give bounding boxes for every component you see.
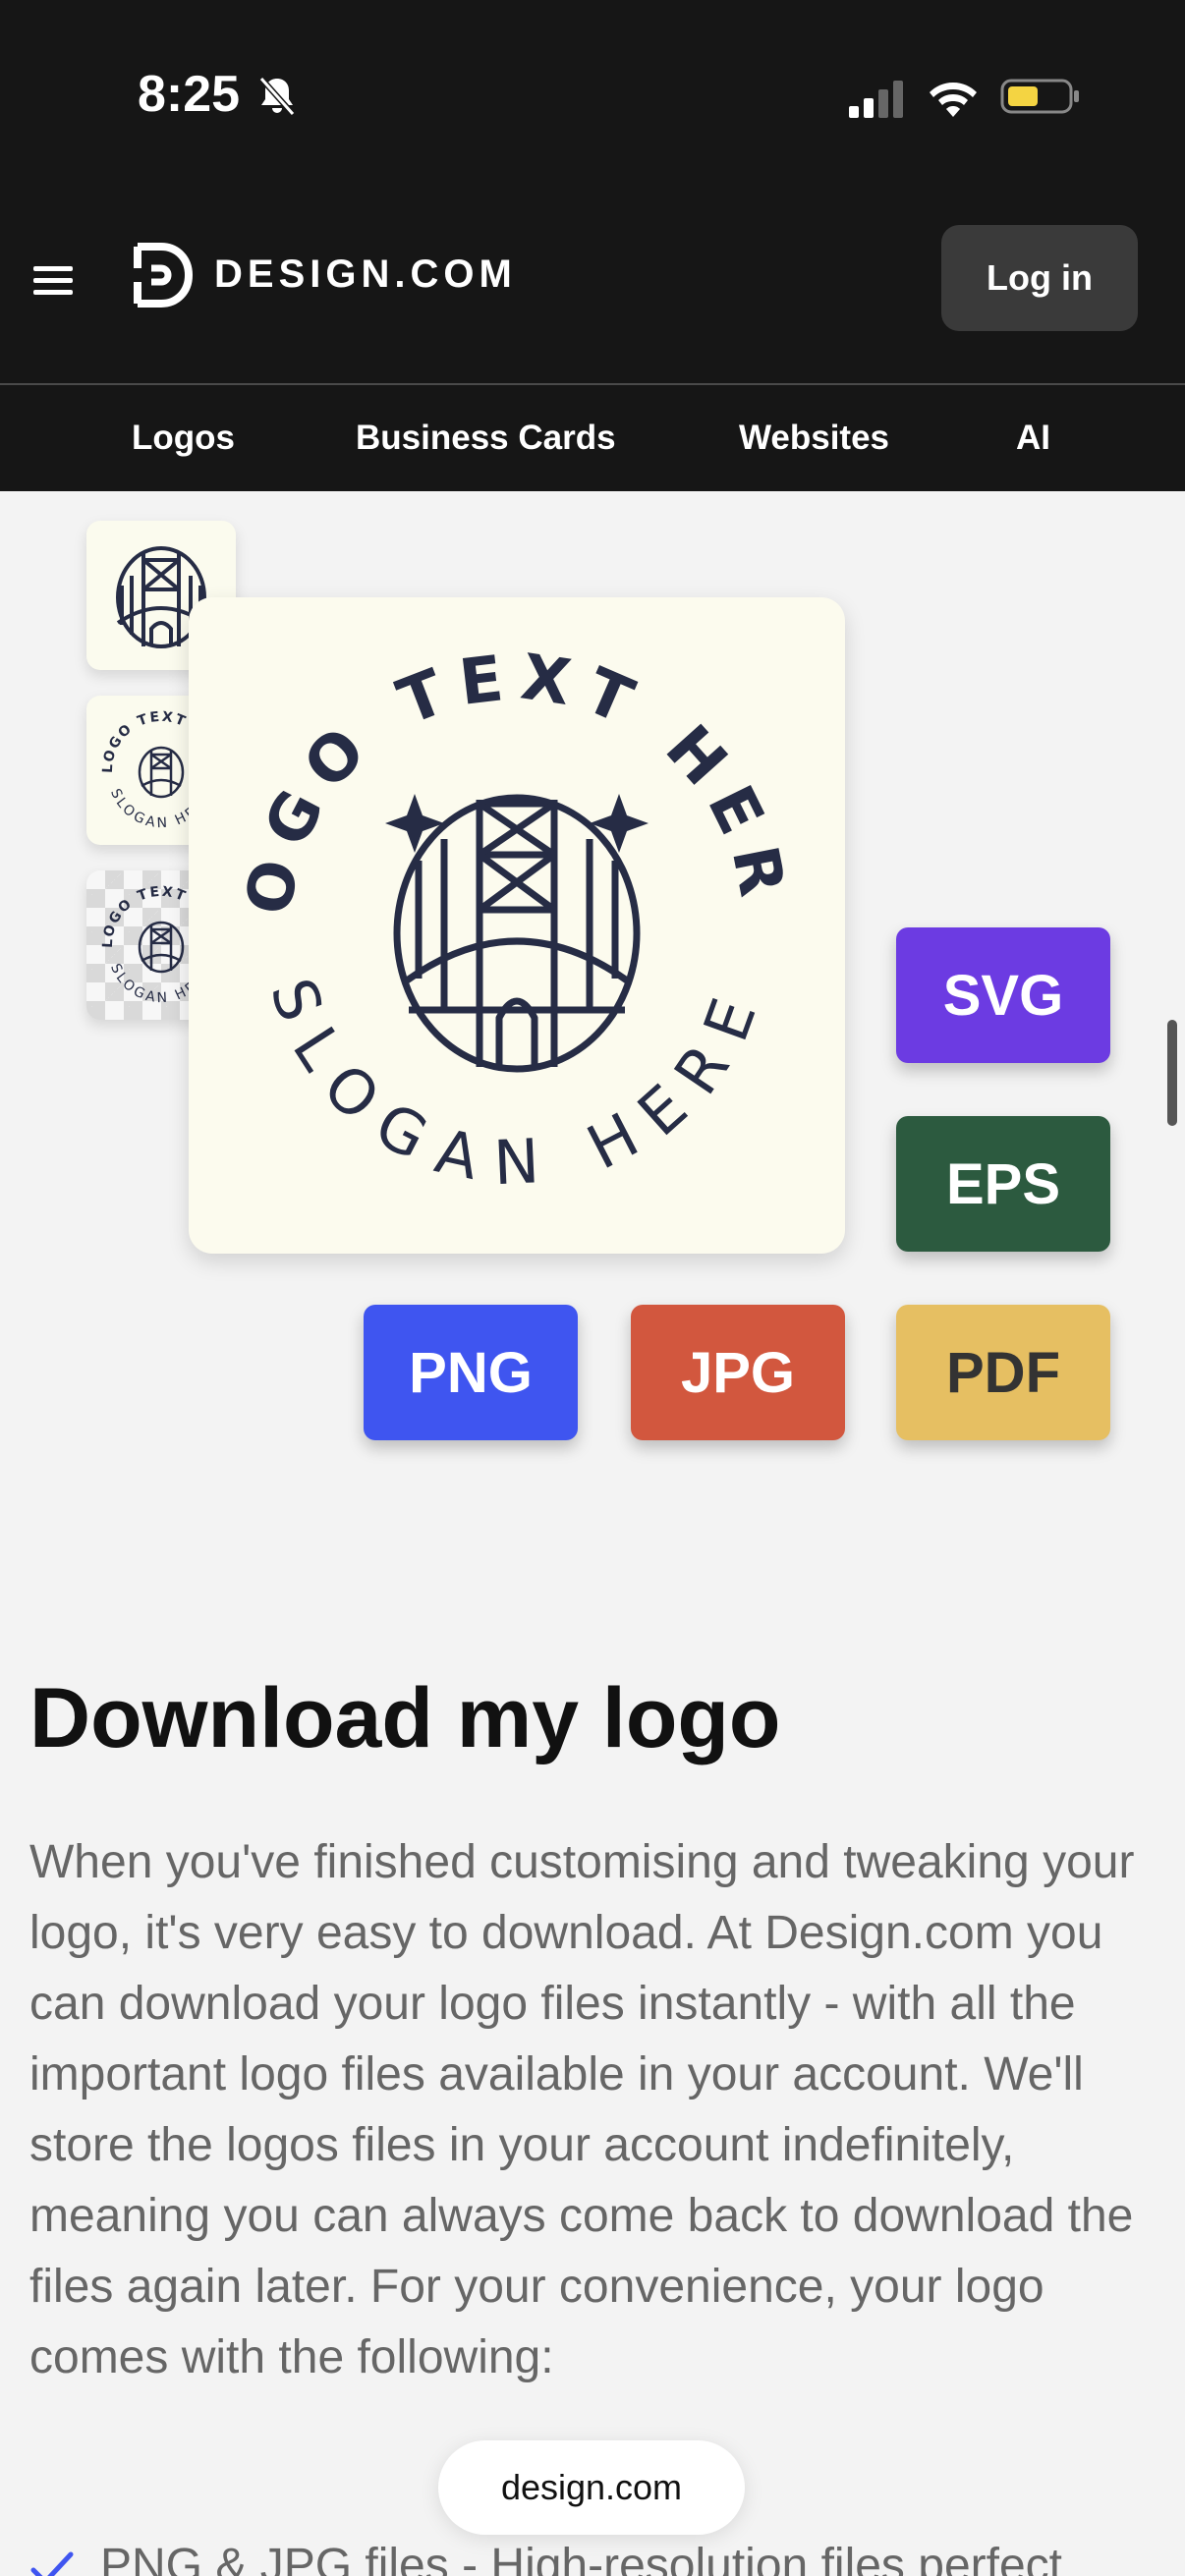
- logo-arc-text: LOGO TEXT HERE: [160, 540, 787, 921]
- wifi-icon: [930, 83, 977, 117]
- section-paragraph: When you've finished customising and twe…: [29, 1836, 1135, 2383]
- logo-preview-card: LOGO TEXT HERE SLOGAN HERE: [160, 540, 845, 1254]
- format-badge-jpg: JPG: [631, 1305, 845, 1440]
- signal-icon: [849, 81, 903, 118]
- category-nav: Logos Business Cards Websites AI: [0, 383, 1185, 491]
- section-heading: Download my logo: [29, 1671, 781, 1765]
- login-button[interactable]: Log in: [941, 225, 1138, 331]
- nav-item-business-cards[interactable]: Business Cards: [356, 385, 616, 491]
- scrollbar[interactable]: [1167, 1020, 1177, 1126]
- battery-icon: [1000, 79, 1079, 114]
- logo-wordmark[interactable]: DESIGN.COM: [214, 252, 517, 297]
- format-badge-png: PNG: [364, 1305, 578, 1440]
- nav-item-logos[interactable]: Logos: [132, 385, 235, 491]
- nav-item-websites[interactable]: Websites: [739, 385, 889, 491]
- bridge-logo-illustration: LOGO TEXT HERE SLOGAN HERE: [160, 540, 801, 1199]
- site-header: DESIGN.COM Log in: [0, 192, 1185, 383]
- nav-item-ai[interactable]: AI: [1016, 385, 1050, 491]
- browser-url-bar[interactable]: design.com: [438, 2440, 745, 2535]
- hamburger-menu-icon[interactable]: [29, 260, 77, 300]
- design-com-logo-icon[interactable]: [132, 241, 195, 309]
- format-badge-pdf: PDF: [896, 1305, 1110, 1440]
- status-bar: 8:25: [0, 0, 1185, 192]
- checkmark-icon: [30, 2551, 74, 2576]
- list-item-text: PNG & JPG files - High-resolution files …: [100, 2540, 1063, 2576]
- bell-slash-icon: [258, 77, 296, 116]
- format-badge-svg: SVG: [896, 927, 1110, 1063]
- svg-text:LOGO TEXT HERE: LOGO TEXT HERE: [189, 597, 801, 921]
- status-time: 8:25: [138, 66, 241, 123]
- format-badge-eps: EPS: [896, 1116, 1110, 1252]
